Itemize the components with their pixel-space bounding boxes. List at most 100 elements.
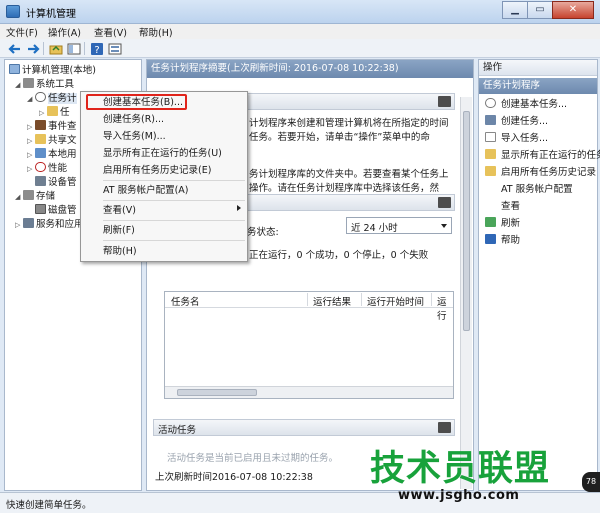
help-icon[interactable]: ? (88, 41, 104, 56)
menu-help[interactable]: 帮助(H) (139, 25, 173, 39)
action-enable-history[interactable]: 启用所有任务历史记录 (485, 166, 596, 179)
action-import-task[interactable]: 导入任务... (485, 132, 548, 145)
expand-triangle-icon[interactable]: ▷ (27, 149, 35, 162)
folder-icon (485, 149, 496, 159)
action-show-running[interactable]: 显示所有正在运行的任务 (485, 149, 600, 162)
scrollbar-thumb[interactable] (463, 111, 470, 331)
up-folder-icon[interactable] (47, 41, 63, 55)
table-header: 任务名 运行结果 运行开始时间 运行 (165, 292, 453, 322)
close-button[interactable]: ✕ (552, 1, 594, 19)
shared-folder-icon (35, 134, 46, 144)
performance-icon (35, 162, 46, 172)
ctx-refresh[interactable]: 刷新(F) (103, 224, 135, 237)
title-bar: 计算机管理 ▁ ▭ ✕ (0, 0, 600, 24)
tools-icon (23, 78, 34, 88)
action-view[interactable]: 查看 (501, 200, 520, 213)
task-status-label: 务状态: (247, 227, 279, 238)
menu-divider (103, 220, 245, 221)
storage-icon (23, 190, 34, 200)
tree-item-storage[interactable]: ◢ 存储 (15, 190, 55, 203)
computer-icon (9, 64, 20, 74)
expand-triangle-icon[interactable]: ▷ (39, 107, 47, 120)
actions-pane: 操作 任务计划程序 创建基本任务... 创建任务... 导入任务... 显示所有… (478, 59, 600, 491)
ctx-import-task[interactable]: 导入任务(M)... (103, 130, 166, 143)
expand-triangle-icon[interactable]: ▷ (27, 121, 35, 134)
menu-bar: 文件(F) 操作(A) 查看(V) 帮助(H) (0, 24, 600, 39)
table-horizontal-scrollbar[interactable] (165, 386, 453, 398)
window-title: 计算机管理 (26, 9, 76, 20)
forward-arrow-icon[interactable] (24, 41, 40, 55)
menu-view[interactable]: 查看(V) (94, 25, 127, 39)
overview-text-line: 任务。若要开始，请单击“操作”菜单中的命 (249, 132, 430, 143)
section-collapse-icon[interactable] (438, 422, 451, 433)
minimize-button[interactable]: ▁ (502, 1, 528, 19)
tree-item-services-apps[interactable]: ▷ 服务和应用 (15, 218, 84, 231)
tree-item-root[interactable]: 计算机管理(本地) (9, 64, 96, 77)
scrollbar-thumb[interactable] (177, 389, 257, 396)
watermark-badge: 78 (582, 472, 600, 492)
status-period-dropdown[interactable]: 近 24 小时 (346, 217, 452, 234)
collapse-triangle-icon[interactable]: ◢ (27, 93, 35, 106)
tree-item-device-manager[interactable]: 设备管 (35, 176, 77, 189)
refresh-icon (485, 217, 496, 227)
properties-icon[interactable] (106, 41, 122, 55)
watermark-url: www.jsgho.com (398, 488, 520, 503)
menu-file[interactable]: 文件(F) (6, 25, 38, 39)
clock-icon (485, 98, 496, 108)
menu-divider (103, 200, 245, 201)
highlight-box (86, 94, 187, 110)
svg-text:?: ? (94, 45, 99, 56)
menu-divider (103, 180, 245, 181)
menu-action[interactable]: 操作(A) (48, 25, 81, 39)
action-at-service-config[interactable]: AT 服务帐户配置 (501, 183, 573, 196)
users-icon (35, 148, 46, 158)
column-run-start[interactable]: 运行开始时间 (367, 294, 424, 308)
tree-item-performance[interactable]: ▷ 性能 (27, 162, 67, 175)
ctx-help[interactable]: 帮助(H) (103, 245, 137, 258)
tree-item-task-library[interactable]: ▷ 任 (39, 106, 70, 119)
maximize-button[interactable]: ▭ (527, 1, 553, 19)
help-icon (485, 234, 496, 244)
task-status-summary: 正在运行，0 个成功，0 个停止，0 个失败 (249, 250, 429, 261)
disk-icon (35, 204, 46, 214)
tree-item-disk-management[interactable]: 磁盘管 (35, 204, 77, 217)
chevron-down-icon (441, 224, 447, 228)
ctx-enable-history[interactable]: 启用所有任务历史记录(E) (103, 164, 211, 177)
column-run[interactable]: 运行 (437, 294, 453, 322)
collapse-triangle-icon[interactable]: ◢ (15, 79, 23, 92)
ctx-view[interactable]: 查看(V) (103, 204, 136, 217)
action-create-task[interactable]: 创建任务... (485, 115, 548, 128)
action-refresh[interactable]: 刷新 (485, 217, 520, 230)
toolbar: ? (0, 39, 600, 58)
action-create-basic-task[interactable]: 创建基本任务... (485, 98, 567, 111)
actions-section-task-scheduler[interactable]: 任务计划程序 (479, 78, 597, 94)
action-help[interactable]: 帮助 (485, 234, 520, 247)
expand-triangle-icon[interactable]: ▷ (27, 135, 35, 148)
show-hide-tree-icon[interactable] (65, 41, 81, 55)
section-collapse-icon[interactable] (438, 96, 451, 107)
context-menu: 创建基本任务(B)... 创建任务(R)... 导入任务(M)... 显示所有正… (80, 91, 248, 262)
ctx-at-service-config[interactable]: AT 服务帐户配置(A) (103, 184, 189, 197)
column-task-name[interactable]: 任务名 (171, 294, 200, 308)
watermark-brand: 技术员联盟 (370, 449, 551, 489)
overview-text-line: 务计划程序库的文件夹中。若要查看某个任务上 (249, 169, 449, 180)
ctx-show-running[interactable]: 显示所有正在运行的任务(U) (103, 147, 222, 160)
tree-item-shared-folders[interactable]: ▷ 共享文 (27, 134, 77, 147)
tree-item-event-viewer[interactable]: ▷ 事件查 (27, 120, 77, 133)
ctx-create-task[interactable]: 创建任务(R)... (103, 113, 164, 126)
status-text: 快速创建简单任务。 (6, 500, 92, 511)
tree-item-system-tools[interactable]: ◢ 系统工具 (15, 78, 74, 91)
last-refresh-text: 上次刷新时间2016-07-08 10:22:38 (155, 472, 313, 483)
collapse-triangle-icon[interactable]: ◢ (15, 191, 23, 204)
summary-header: 任务计划程序摘要(上次刷新时间: 2016-07-08 10:22:38) (147, 60, 473, 78)
expand-triangle-icon[interactable]: ▷ (27, 163, 35, 176)
active-tasks-section-header[interactable]: 活动任务 (153, 419, 455, 436)
center-vertical-scrollbar[interactable] (460, 97, 472, 489)
tree-item-task-scheduler[interactable]: ◢ 任务计 (27, 92, 77, 105)
section-collapse-icon[interactable] (438, 197, 451, 208)
back-arrow-icon[interactable] (6, 41, 22, 55)
folder-icon (47, 106, 58, 116)
column-run-result[interactable]: 运行结果 (313, 294, 351, 308)
expand-triangle-icon[interactable]: ▷ (15, 219, 23, 232)
tree-item-local-users[interactable]: ▷ 本地用 (27, 148, 77, 161)
